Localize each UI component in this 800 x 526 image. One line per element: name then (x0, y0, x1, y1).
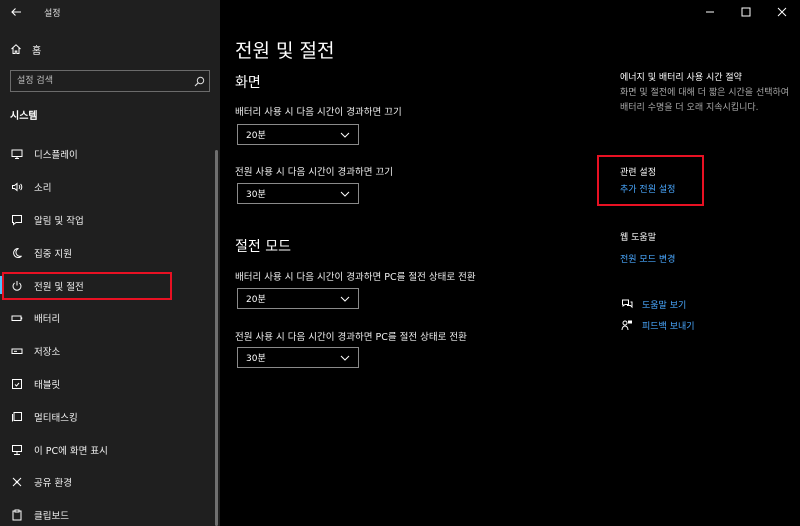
screen-battery-label: 배터리 사용 시 다음 시간이 경과하면 끄기 (235, 107, 402, 118)
maximize-icon (741, 7, 751, 17)
close-icon (777, 7, 787, 17)
sidebar-nav: 디스플레이 소리 알림 및 작업 집중 지원 전원 및 절전 배터리 저장소 태… (0, 138, 214, 526)
sidebar-item-sound[interactable]: 소리 (0, 171, 214, 204)
sidebar-item-label: 클립보드 (34, 511, 69, 523)
section-label-system: 시스템 (10, 111, 38, 122)
change-power-mode-link[interactable]: 전원 모드 변경 (620, 252, 675, 265)
sidebar-item-storage[interactable]: 저장소 (0, 335, 214, 368)
dropdown-value: 20분 (246, 295, 266, 305)
page-title: 전원 및 절전 (235, 40, 335, 62)
sidebar-item-label: 전원 및 절전 (34, 281, 84, 293)
search-box (10, 70, 210, 92)
get-help-link[interactable]: 도움말 보기 (642, 298, 686, 311)
monitor-icon (10, 147, 24, 161)
feedback-row[interactable]: 피드백 보내기 (620, 318, 695, 332)
screen-section-heading: 화면 (235, 75, 261, 91)
search-input[interactable] (11, 71, 189, 91)
sleep-battery-label: 배터리 사용 시 다음 시간이 경과하면 PC를 절전 상태로 전환 (235, 272, 476, 283)
search-button[interactable] (189, 71, 209, 91)
sidebar-item-label: 멀티태스킹 (34, 412, 78, 424)
sidebar-item-label: 공유 환경 (34, 478, 72, 490)
battery-icon (10, 311, 24, 325)
minimize-button[interactable] (692, 0, 728, 24)
back-button[interactable] (0, 0, 32, 24)
search-icon (194, 76, 204, 86)
multitasking-icon (10, 410, 24, 424)
sidebar-item-power-sleep[interactable]: 전원 및 절전 (0, 269, 214, 302)
speaker-icon (10, 180, 24, 194)
sidebar-item-project[interactable]: 이 PC에 화면 표시 (0, 433, 214, 466)
sidebar-item-label: 집중 지원 (34, 248, 72, 260)
window-controls (692, 0, 800, 24)
sidebar-item-label: 태블릿 (34, 379, 61, 391)
tablet-icon (10, 377, 24, 391)
sleep-plugged-label: 전원 사용 시 다음 시간이 경과하면 PC를 절전 상태로 전환 (235, 332, 467, 343)
title-bar: 설정 (0, 0, 220, 24)
shared-experiences-icon (10, 475, 24, 489)
clipboard-icon (10, 508, 24, 522)
energy-tip-title: 에너지 및 배터리 사용 시간 절약 (620, 73, 742, 83)
sleep-battery-dropdown[interactable]: 20분 (237, 288, 359, 309)
energy-tip-description: 화면 및 절전에 대해 더 짧은 시간을 선택하여 배터리 수명을 더 오래 지… (620, 88, 790, 113)
main-content: 전원 및 절전 화면 배터리 사용 시 다음 시간이 경과하면 끄기 20분 전… (220, 0, 800, 526)
chevron-down-icon (340, 132, 350, 138)
additional-power-settings-link[interactable]: 추가 전원 설정 (620, 182, 675, 195)
home-label: 홈 (32, 45, 42, 57)
chevron-down-icon (340, 191, 350, 197)
project-icon (10, 443, 24, 457)
sidebar-item-battery[interactable]: 배터리 (0, 302, 214, 335)
sidebar-item-focus-assist[interactable]: 집중 지원 (0, 236, 214, 269)
chevron-down-icon (340, 296, 350, 302)
dropdown-value: 20분 (246, 131, 266, 141)
chevron-down-icon (340, 355, 350, 361)
moon-icon (10, 246, 24, 260)
home-nav-item[interactable]: 홈 (0, 38, 220, 60)
sidebar-item-clipboard[interactable]: 클립보드 (0, 499, 214, 526)
sidebar-item-tablet[interactable]: 태블릿 (0, 368, 214, 401)
app-title: 설정 (44, 8, 61, 19)
sidebar-item-label: 이 PC에 화면 표시 (34, 445, 108, 457)
highlight-box-related-settings (597, 155, 704, 206)
sidebar: 설정 홈 시스템 디스플레이 소리 알림 및 작업 집중 지원 전원 (0, 0, 220, 526)
close-button[interactable] (764, 0, 800, 24)
related-settings-title: 관련 설정 (620, 168, 656, 178)
maximize-button[interactable] (728, 0, 764, 24)
sidebar-item-multitasking[interactable]: 멀티태스킹 (0, 400, 214, 433)
sidebar-item-notifications[interactable]: 알림 및 작업 (0, 204, 214, 237)
sidebar-item-label: 배터리 (34, 314, 61, 326)
sidebar-item-label: 저장소 (34, 347, 61, 359)
screen-plugged-dropdown[interactable]: 30분 (237, 183, 359, 204)
sleep-plugged-dropdown[interactable]: 30분 (237, 347, 359, 368)
sidebar-item-label: 디스플레이 (34, 150, 78, 162)
back-arrow-icon (11, 8, 21, 16)
sidebar-item-display[interactable]: 디스플레이 (0, 138, 214, 171)
power-icon (10, 279, 24, 293)
screen-battery-dropdown[interactable]: 20분 (237, 124, 359, 145)
dropdown-value: 30분 (246, 190, 266, 200)
sidebar-item-label: 알림 및 작업 (34, 215, 84, 227)
feedback-icon (620, 318, 634, 332)
sidebar-item-label: 소리 (34, 183, 52, 195)
help-chat-icon (620, 297, 634, 311)
minimize-icon (706, 11, 714, 13)
send-feedback-link[interactable]: 피드백 보내기 (642, 319, 695, 332)
get-help-row[interactable]: 도움말 보기 (620, 297, 686, 311)
home-icon (11, 44, 21, 54)
sidebar-scrollbar[interactable] (215, 150, 218, 526)
web-help-title: 웹 도움말 (620, 233, 656, 243)
dropdown-value: 30분 (246, 354, 266, 364)
sleep-section-heading: 절전 모드 (235, 239, 291, 255)
sidebar-item-shared-experiences[interactable]: 공유 환경 (0, 466, 214, 499)
notification-icon (10, 213, 24, 227)
screen-plugged-label: 전원 사용 시 다음 시간이 경과하면 끄기 (235, 167, 393, 178)
storage-icon (10, 344, 24, 358)
